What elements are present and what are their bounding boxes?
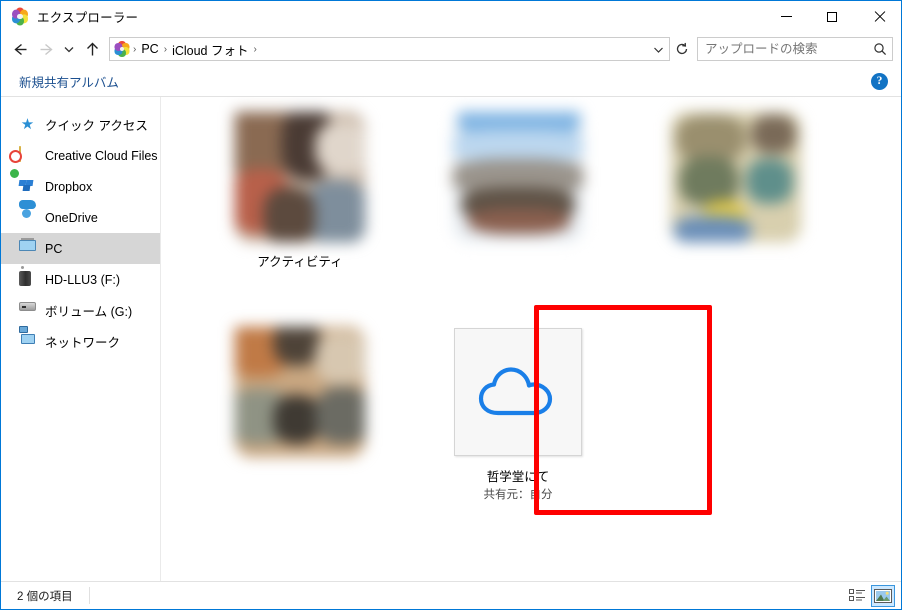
- sidebar-item-onedrive[interactable]: OneDrive: [1, 202, 160, 233]
- details-view-button[interactable]: [845, 585, 869, 607]
- list-item[interactable]: アクティビティ: [191, 103, 409, 318]
- maximize-button[interactable]: [809, 1, 855, 32]
- icloud-photos-icon: [11, 7, 29, 26]
- sidebar-item-label: PC: [45, 241, 63, 256]
- forward-arrow-icon: [40, 43, 53, 55]
- maximize-icon: [827, 11, 837, 22]
- details-view-icon: [848, 589, 865, 601]
- hard-disk-icon: [19, 271, 36, 288]
- thumbnail-wrap: [230, 107, 370, 247]
- sidebar-item-label: ネットワーク: [45, 336, 121, 350]
- large-icons-view-icon: [874, 588, 892, 603]
- sidebar-item-label: HD-LLU3 (F:): [45, 272, 121, 287]
- sidebar-item-label: OneDrive: [45, 210, 98, 225]
- volume-drive-icon: [19, 302, 36, 319]
- pc-icon: [19, 240, 36, 257]
- list-item-shared-album[interactable]: 哲学堂にて 共有元：自分: [409, 318, 627, 533]
- address-dropdown-button[interactable]: [649, 38, 667, 60]
- window-controls: [763, 1, 901, 32]
- breadcrumb-item-pc[interactable]: PC: [137, 42, 162, 56]
- creative-cloud-icon: [19, 146, 36, 164]
- status-divider: [88, 587, 90, 604]
- breadcrumb-item-icloud-photos[interactable]: iCloud フォト: [168, 40, 252, 59]
- onedrive-icon: [19, 209, 36, 226]
- photo-thumbnail: [234, 326, 366, 458]
- explorer-window: エクスプローラー › PC › iCloud フォト › アップロードの検索 新…: [0, 0, 902, 610]
- chevron-down-icon: [653, 47, 663, 53]
- list-item[interactable]: [409, 103, 627, 318]
- close-icon: [873, 11, 884, 22]
- up-button[interactable]: [79, 36, 105, 62]
- search-icon[interactable]: [868, 38, 892, 60]
- file-list-pane[interactable]: アクティビティ 哲学堂にて 共有元：自分: [161, 97, 901, 581]
- photo-thumbnail: [452, 111, 584, 243]
- back-button[interactable]: [7, 36, 33, 62]
- refresh-icon: [676, 42, 688, 55]
- star-icon: ★: [20, 116, 35, 133]
- forward-button[interactable]: [33, 36, 59, 62]
- sidebar-item-label: クイック アクセス: [45, 119, 148, 133]
- thumbnail-wrap: [448, 107, 588, 247]
- thumbnail-wrap: [666, 107, 806, 247]
- minimize-button[interactable]: [763, 1, 809, 32]
- help-icon[interactable]: ?: [871, 72, 888, 90]
- search-box[interactable]: [697, 37, 893, 61]
- large-icons-view-button[interactable]: [871, 584, 895, 607]
- photo-thumbnail: [670, 111, 802, 243]
- sidebar-item-network[interactable]: ネットワーク: [1, 326, 160, 357]
- command-bar: 新規共有アルバム ?: [1, 66, 901, 97]
- thumbnail-wrap: [448, 322, 588, 462]
- breadcrumb-separator: ›: [253, 43, 257, 55]
- dropbox-icon: [9, 168, 36, 195]
- minimize-icon: [780, 16, 792, 17]
- sidebar-item-label: Dropbox: [45, 179, 93, 194]
- item-label: 哲学堂にて: [486, 470, 550, 484]
- sidebar-item-label: Creative Cloud Files: [45, 148, 158, 163]
- window-body: ★ クイック アクセス Creative Cloud Files Dropbox: [1, 97, 901, 581]
- status-bar: 2 個の項目: [1, 581, 901, 609]
- recent-locations-button[interactable]: [59, 36, 79, 62]
- close-button[interactable]: [855, 1, 901, 32]
- cloud-icon: [478, 367, 553, 416]
- up-arrow-icon: [86, 42, 98, 55]
- photo-thumbnail: [234, 111, 366, 243]
- chevron-down-icon: [64, 47, 74, 53]
- search-input[interactable]: [698, 42, 869, 56]
- list-item[interactable]: [191, 318, 409, 533]
- item-grid: アクティビティ 哲学堂にて 共有元：自分: [191, 103, 901, 533]
- sidebar-item-label: ボリューム (G:): [45, 305, 133, 319]
- sidebar-item-hd-llu3[interactable]: HD-LLU3 (F:): [1, 264, 160, 295]
- list-item[interactable]: [627, 103, 845, 318]
- album-thumbnail: [454, 328, 582, 456]
- item-count-label: 2 個の項目: [17, 590, 73, 603]
- thumbnail-wrap: [230, 322, 370, 462]
- sidebar-item-dropbox[interactable]: Dropbox: [1, 168, 160, 202]
- refresh-button[interactable]: [671, 37, 693, 61]
- title-bar: エクスプローラー: [1, 1, 901, 32]
- sidebar-item-pc[interactable]: PC: [1, 233, 160, 264]
- sidebar-item-creative-cloud-files[interactable]: Creative Cloud Files: [1, 140, 160, 171]
- item-label: アクティビティ: [257, 255, 343, 269]
- item-sublabel: 共有元：自分: [483, 489, 553, 501]
- sidebar-item-quick-access[interactable]: ★ クイック アクセス: [1, 109, 160, 140]
- navigation-pane: ★ クイック アクセス Creative Cloud Files Dropbox: [1, 97, 161, 581]
- new-shared-album-button[interactable]: 新規共有アルバム: [19, 72, 119, 91]
- icloud-photos-icon: [114, 41, 130, 57]
- address-bar: › PC › iCloud フォト ›: [1, 32, 901, 66]
- sidebar-item-volume-g[interactable]: ボリューム (G:): [1, 295, 160, 326]
- breadcrumb[interactable]: › PC › iCloud フォト ›: [109, 37, 670, 61]
- window-title: エクスプローラー: [37, 11, 139, 25]
- network-icon: [19, 333, 36, 350]
- back-arrow-icon: [13, 43, 26, 55]
